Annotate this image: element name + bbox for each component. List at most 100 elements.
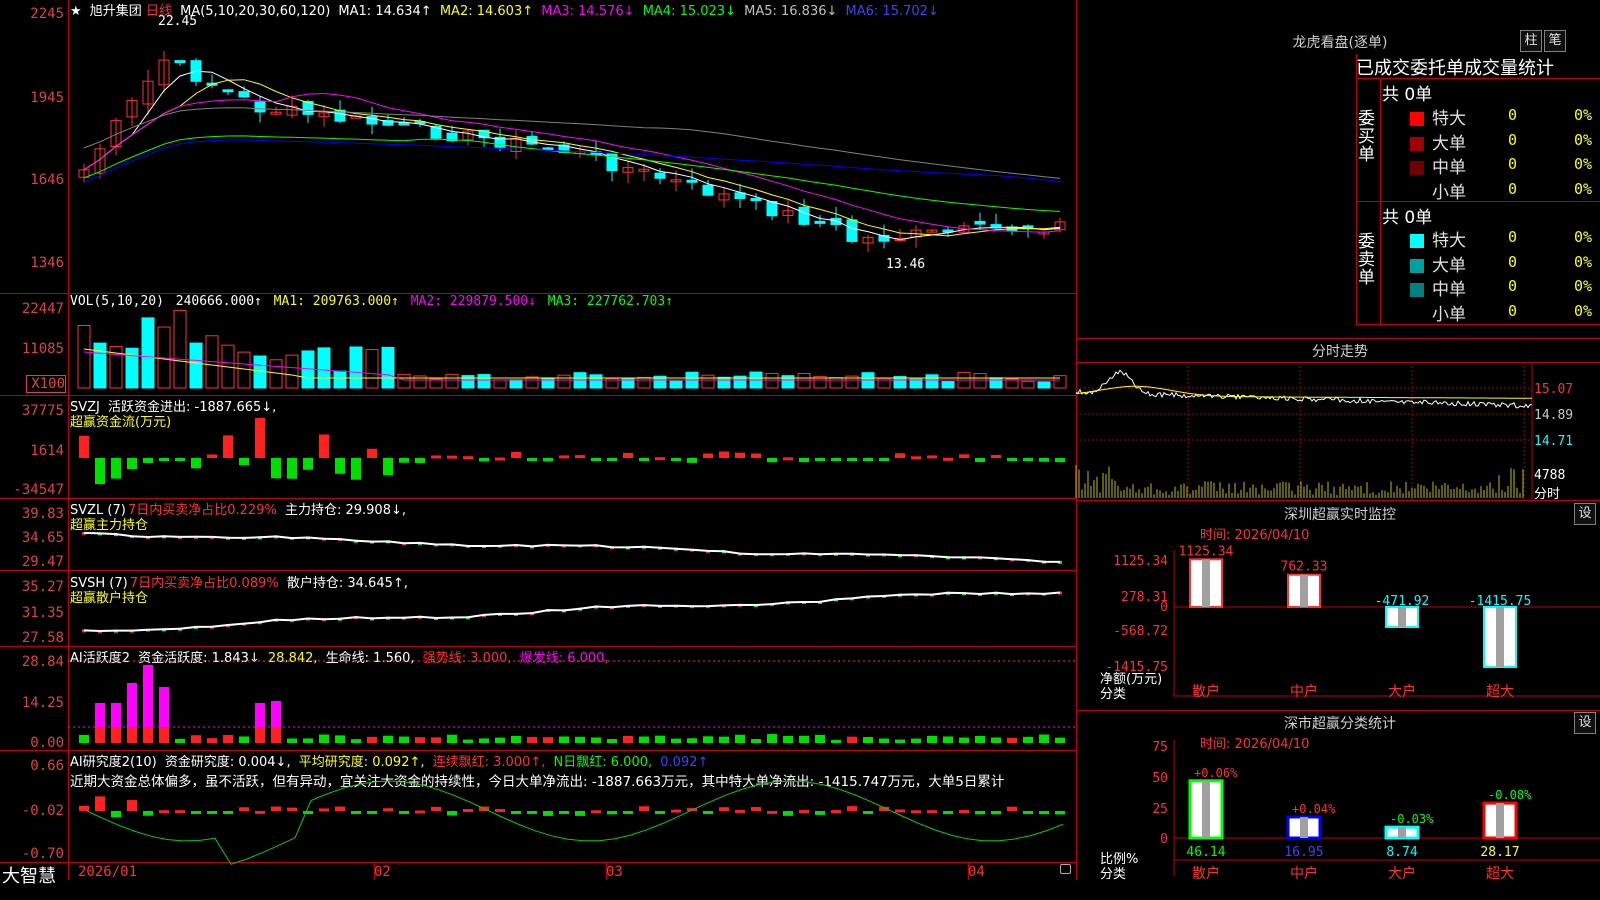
candle-body bbox=[846, 219, 858, 242]
volume-bar bbox=[989, 377, 1003, 389]
active-bar bbox=[463, 739, 473, 743]
active-bar bbox=[815, 734, 825, 743]
flow-bar bbox=[863, 458, 873, 461]
active-bar bbox=[111, 727, 121, 743]
class-y-tick: 25 bbox=[1152, 802, 1168, 817]
class-value-label: 8.74 bbox=[1386, 845, 1417, 860]
candle-body bbox=[686, 179, 698, 183]
flow-bar bbox=[463, 456, 473, 460]
stats-left-border bbox=[1356, 54, 1357, 324]
minute-chart[interactable] bbox=[1075, 362, 1600, 500]
order-size-row: 中单 bbox=[1410, 275, 1466, 300]
class-change-label: +0.06% bbox=[1194, 766, 1238, 780]
active-bar bbox=[351, 739, 361, 743]
x-tick: 2026/01 bbox=[78, 864, 138, 880]
color-swatch bbox=[1410, 161, 1424, 175]
minute-tick: 4788 bbox=[1534, 468, 1566, 483]
research-bar bbox=[831, 810, 841, 814]
candle-body bbox=[974, 220, 986, 225]
order-size-label: 特大 bbox=[1432, 231, 1466, 251]
flow-bar bbox=[719, 451, 729, 458]
candlestick-chart[interactable] bbox=[0, 0, 1076, 293]
research-bar bbox=[207, 811, 217, 814]
active-bar bbox=[127, 727, 137, 743]
research-bar bbox=[703, 811, 713, 814]
class-bar-shade bbox=[1398, 827, 1406, 838]
active-bar bbox=[95, 727, 105, 743]
research-bar bbox=[191, 811, 201, 814]
research-bar bbox=[303, 811, 313, 814]
volume-bar bbox=[381, 346, 395, 389]
flow-bar bbox=[959, 454, 969, 458]
order-size-row: 小单 bbox=[1410, 178, 1466, 203]
research-bar bbox=[735, 809, 745, 813]
research-bar bbox=[239, 807, 249, 811]
ma-line bbox=[83, 107, 1061, 179]
flow-bar bbox=[351, 458, 361, 480]
minute-title: 分时走势 bbox=[1312, 344, 1368, 360]
volume-bar bbox=[349, 346, 363, 389]
flow-bar bbox=[399, 458, 409, 463]
column-view-button[interactable]: 柱 bbox=[1520, 30, 1542, 52]
lhb-title: 龙虎看盘(逐单) bbox=[1292, 35, 1388, 51]
stats-tabs[interactable]: 已成交委托单成交量统计 bbox=[1356, 54, 1600, 80]
active-bar bbox=[1023, 736, 1033, 743]
buy-side-label: 委买单 bbox=[1358, 109, 1375, 165]
active-bar bbox=[783, 735, 793, 743]
flow-bar bbox=[1007, 458, 1017, 461]
flow-bar bbox=[367, 448, 377, 458]
monitor-bar-shade bbox=[1398, 607, 1406, 628]
research-bar bbox=[143, 811, 153, 816]
research-bar bbox=[399, 811, 409, 814]
hold-line bbox=[83, 591, 1061, 633]
tick-view-button[interactable]: 笔 bbox=[1544, 30, 1566, 52]
flow-bar bbox=[703, 453, 713, 458]
active-bar bbox=[623, 736, 633, 743]
volume-bar bbox=[509, 379, 523, 389]
research-bar bbox=[111, 811, 121, 818]
flow-bar bbox=[95, 458, 105, 485]
flow-bar bbox=[447, 455, 457, 459]
active-bar bbox=[287, 738, 297, 743]
flow-bar bbox=[607, 458, 617, 461]
volume-bar bbox=[669, 380, 683, 389]
class-value-label: 16.95 bbox=[1284, 845, 1323, 860]
class-change-label: -0.08% bbox=[1488, 788, 1532, 802]
order-size-label: 小单 bbox=[1432, 182, 1466, 203]
active-bar bbox=[559, 736, 569, 743]
research-bar bbox=[799, 810, 809, 814]
research-bar bbox=[79, 805, 89, 811]
flow-bar bbox=[543, 458, 553, 462]
flow-bar bbox=[831, 458, 841, 461]
active-bar bbox=[799, 735, 809, 743]
flow-bar bbox=[271, 458, 281, 479]
lock-icon[interactable] bbox=[1060, 864, 1071, 874]
flow-bar bbox=[991, 454, 1001, 458]
monitor-y-tick: 1125.34 bbox=[1113, 554, 1168, 569]
monitor-value-label: 762.33 bbox=[1281, 560, 1328, 575]
order-size-row: 小单 bbox=[1410, 300, 1466, 325]
order-size-row: 特大 bbox=[1410, 104, 1466, 129]
research-bar bbox=[1023, 811, 1033, 814]
order-percent: 0% bbox=[1574, 252, 1593, 271]
flow-bar bbox=[767, 458, 777, 463]
active-bar bbox=[863, 737, 873, 743]
class-bar-shade bbox=[1496, 803, 1504, 838]
research-bar bbox=[95, 796, 105, 811]
order-percent: 0% bbox=[1574, 155, 1593, 173]
class-category: 散户 bbox=[1192, 865, 1220, 882]
order-count: 0 bbox=[1508, 301, 1518, 320]
order-size-row: 大单 bbox=[1410, 251, 1466, 276]
svzj-chart bbox=[79, 418, 1065, 485]
candle-body bbox=[798, 206, 810, 225]
active-bar bbox=[671, 738, 681, 743]
research-bar bbox=[575, 811, 585, 816]
volume-bar bbox=[365, 349, 379, 389]
volume-bar bbox=[717, 376, 731, 389]
research-bar bbox=[351, 811, 361, 814]
candle-body bbox=[238, 91, 250, 98]
active-bar bbox=[767, 734, 777, 743]
svzl-chart bbox=[82, 531, 1062, 564]
flow-bar bbox=[671, 458, 681, 461]
order-percent: 0% bbox=[1574, 179, 1593, 198]
